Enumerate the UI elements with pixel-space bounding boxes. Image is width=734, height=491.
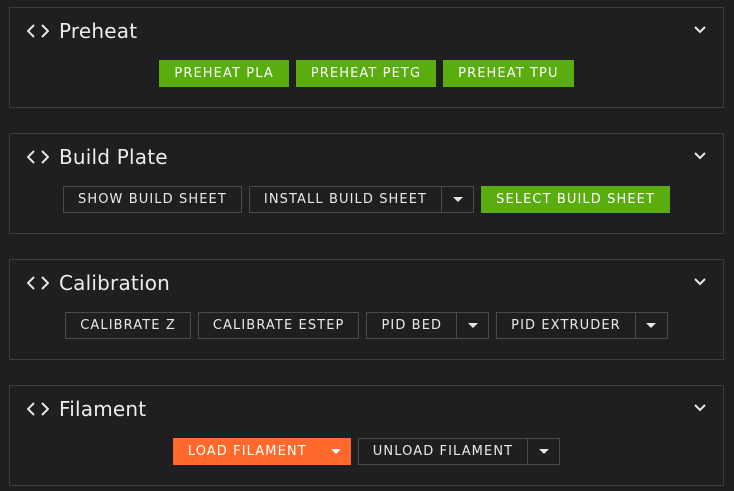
preheat-panel: Preheat PREHEAT PLA PREHEAT PETG PREHEAT… (9, 7, 724, 108)
install-build-sheet-dropdown[interactable] (441, 186, 475, 213)
unload-filament-split-button: UNLOAD FILAMENT (357, 438, 561, 465)
code-brackets-icon (27, 402, 49, 416)
calibration-header[interactable]: Calibration (10, 260, 723, 306)
panel-title: Calibration (59, 271, 171, 295)
preheat-petg-button[interactable]: PREHEAT PETG (295, 60, 437, 87)
chevron-down-icon[interactable] (693, 25, 707, 35)
install-build-sheet-button[interactable]: INSTALL BUILD SHEET (248, 186, 442, 213)
caret-down-icon (538, 449, 549, 454)
panel-title: Filament (59, 397, 147, 421)
code-brackets-icon (27, 150, 49, 164)
calibration-panel: Calibration CALIBRATE Z CALIBRATE ESTEP … (9, 259, 724, 360)
filament-header[interactable]: Filament (10, 386, 723, 432)
pid-extruder-button[interactable]: PID EXTRUDER (496, 312, 635, 339)
pid-bed-split-button: PID BED (366, 312, 490, 339)
panel-title: Preheat (59, 19, 138, 43)
caret-down-icon (646, 323, 657, 328)
show-build-sheet-button[interactable]: SHOW BUILD SHEET (62, 186, 242, 213)
pid-extruder-split-button: PID EXTRUDER (496, 312, 668, 339)
code-brackets-icon (27, 24, 49, 38)
caret-down-icon (330, 449, 341, 454)
load-filament-split-button: LOAD FILAMENT (172, 438, 351, 465)
build-plate-header[interactable]: Build Plate (10, 134, 723, 180)
preheat-pla-button[interactable]: PREHEAT PLA (159, 60, 289, 87)
select-build-sheet-button[interactable]: SELECT BUILD SHEET (481, 186, 671, 213)
unload-filament-button[interactable]: UNLOAD FILAMENT (357, 438, 528, 465)
calibrate-estep-button[interactable]: CALIBRATE ESTEP (197, 312, 360, 339)
filament-panel: Filament LOAD FILAMENT UNLOAD FILAMENT (9, 385, 724, 486)
chevron-down-icon[interactable] (693, 403, 707, 413)
load-filament-button[interactable]: LOAD FILAMENT (172, 438, 321, 465)
build-plate-button-row: SHOW BUILD SHEET INSTALL BUILD SHEET SEL… (10, 186, 723, 213)
filament-button-row: LOAD FILAMENT UNLOAD FILAMENT (10, 438, 723, 465)
install-build-sheet-split-button: INSTALL BUILD SHEET (248, 186, 475, 213)
code-brackets-icon (27, 276, 49, 290)
preheat-button-row: PREHEAT PLA PREHEAT PETG PREHEAT TPU (10, 60, 723, 87)
build-plate-panel: Build Plate SHOW BUILD SHEET INSTALL BUI… (9, 133, 724, 234)
unload-filament-dropdown[interactable] (527, 438, 561, 465)
pid-bed-dropdown[interactable] (456, 312, 490, 339)
load-filament-dropdown[interactable] (320, 438, 351, 465)
caret-down-icon (467, 323, 478, 328)
pid-bed-button[interactable]: PID BED (366, 312, 457, 339)
panel-title: Build Plate (59, 145, 168, 169)
calibrate-z-button[interactable]: CALIBRATE Z (65, 312, 191, 339)
preheat-tpu-button[interactable]: PREHEAT TPU (443, 60, 574, 87)
chevron-down-icon[interactable] (693, 277, 707, 287)
chevron-down-icon[interactable] (693, 151, 707, 161)
caret-down-icon (452, 197, 463, 202)
calibration-button-row: CALIBRATE Z CALIBRATE ESTEP PID BED PID … (10, 312, 723, 339)
preheat-header[interactable]: Preheat (10, 8, 723, 54)
pid-extruder-dropdown[interactable] (634, 312, 668, 339)
